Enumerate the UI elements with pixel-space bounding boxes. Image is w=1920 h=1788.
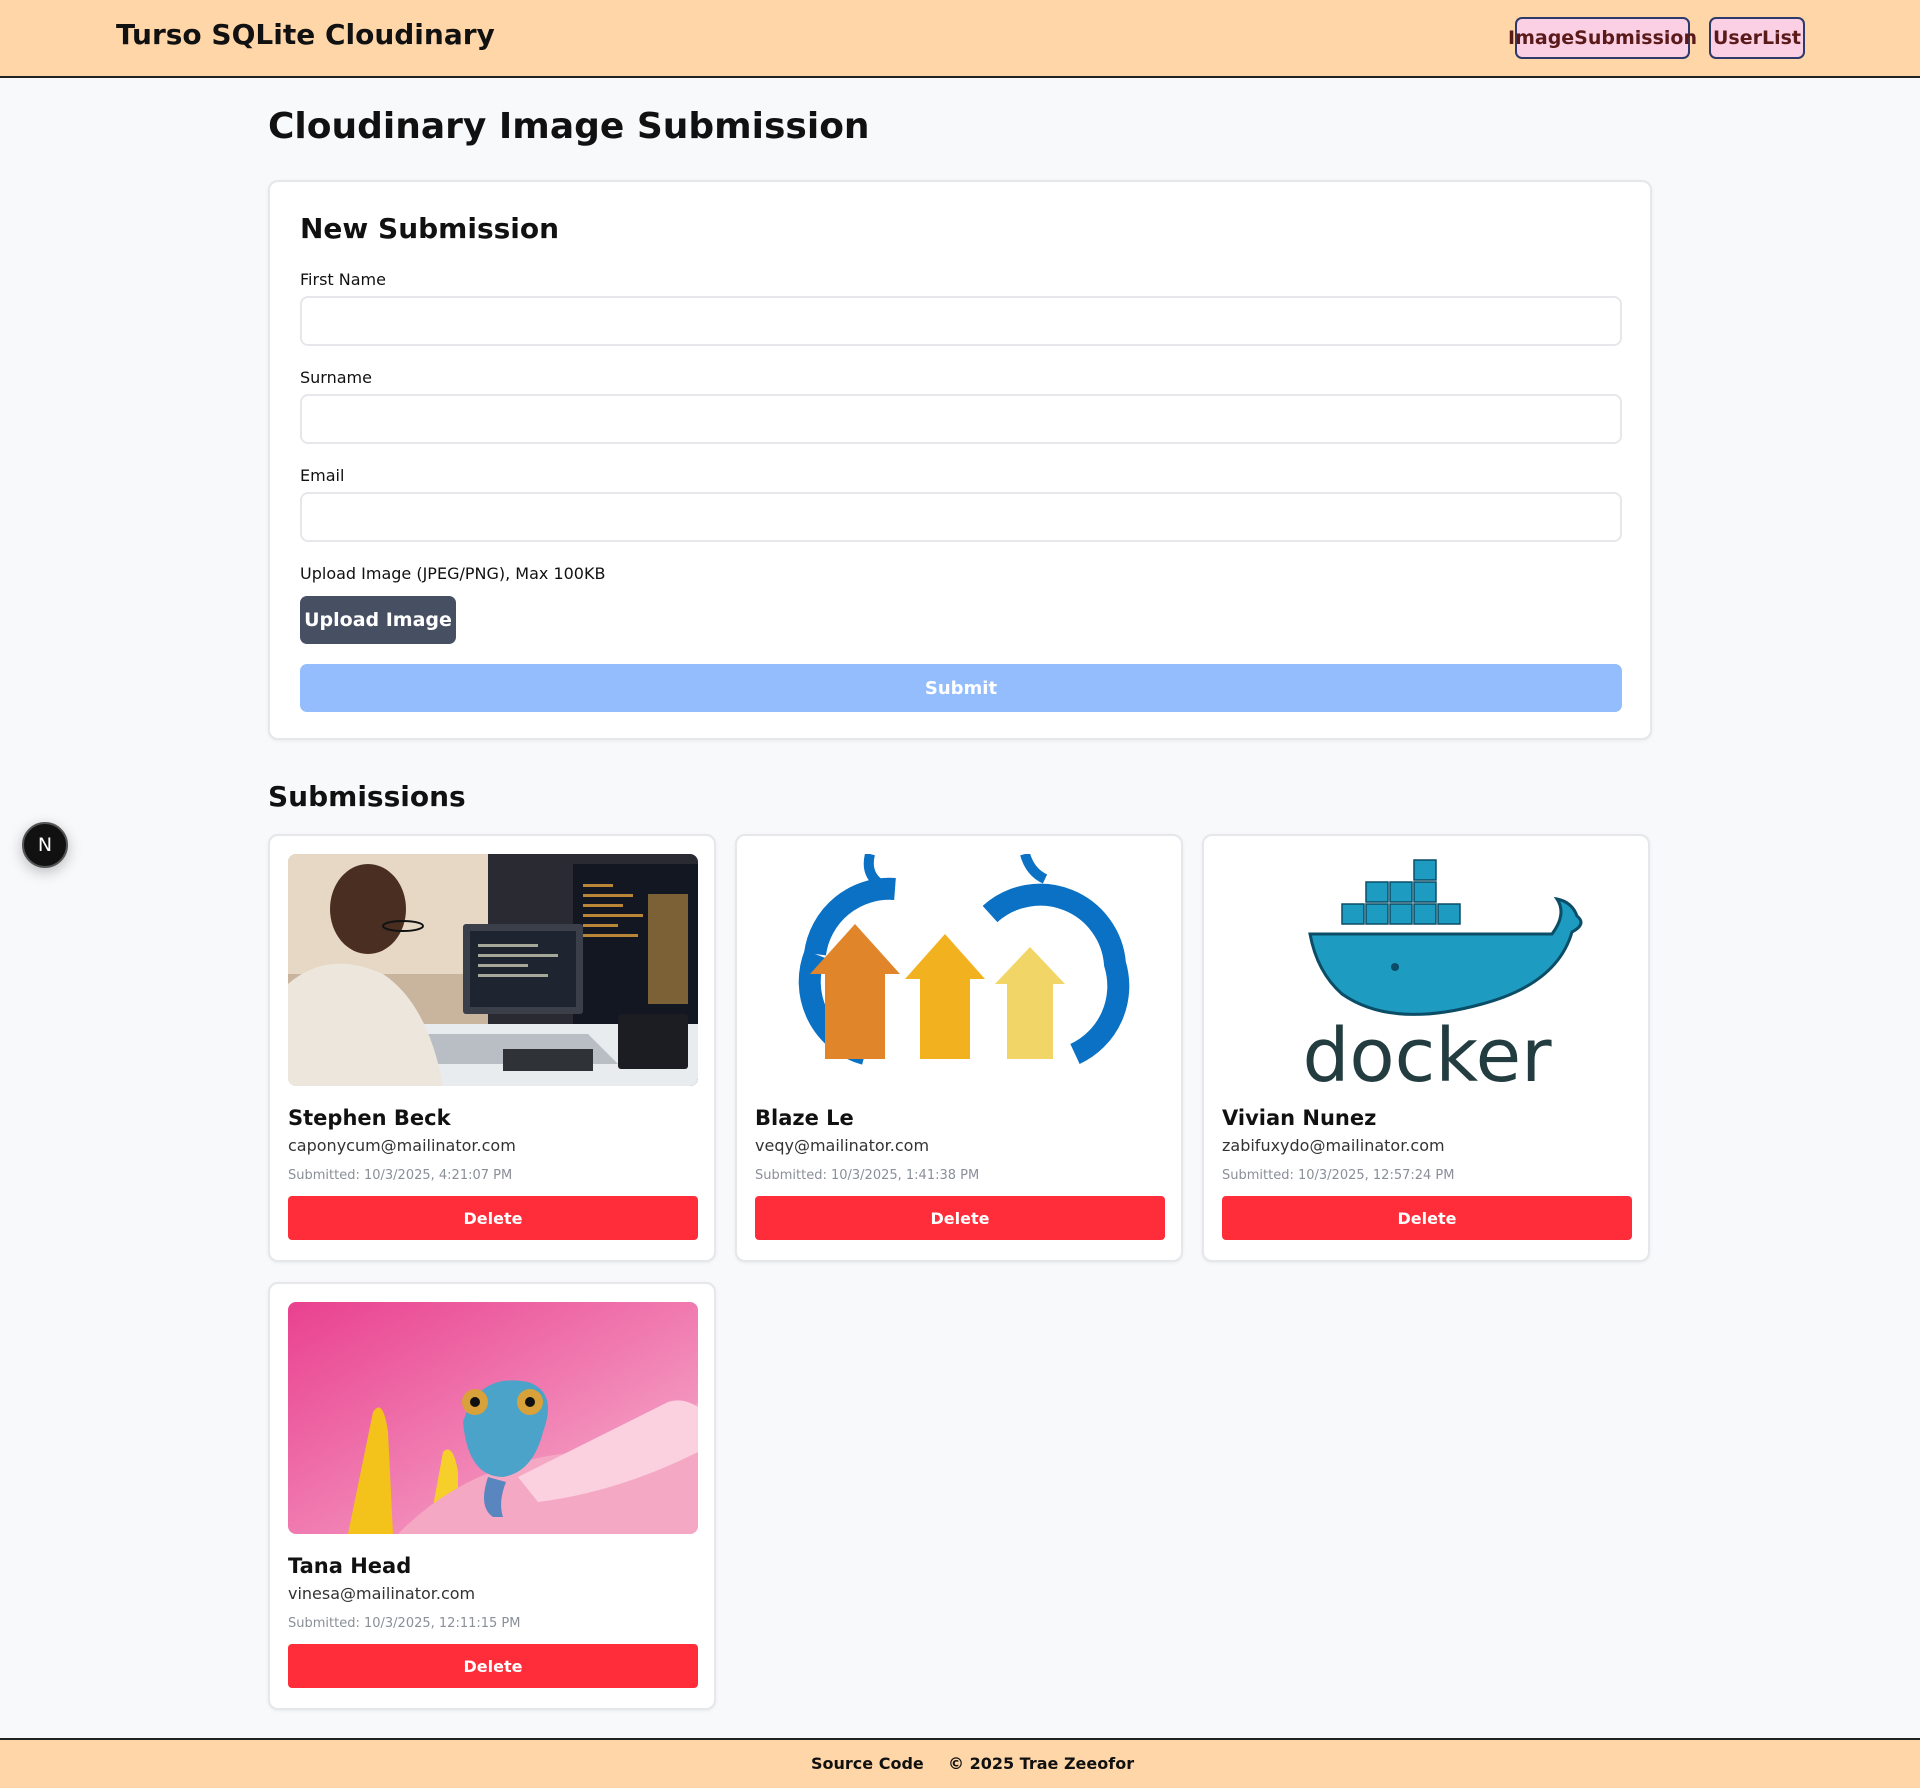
submit-button[interactable]: Submit [300,664,1622,712]
top-navbar: Turso SQLite Cloudinary ImageSubmission … [0,0,1920,78]
submission-email: zabifuxydo@mailinator.com [1222,1136,1445,1155]
submission-card: Tana Head vinesa@mailinator.com Submitte… [268,1282,716,1710]
copyright-text: © 2025 Trae Zeeofor [948,1754,1135,1773]
submission-email: vinesa@mailinator.com [288,1584,476,1603]
delete-button[interactable]: Delete [1222,1196,1632,1240]
submission-date: Submitted: 10/3/2025, 12:57:24 PM [1222,1168,1455,1183]
svg-text:docker: docker [1302,1013,1552,1086]
submission-card: Blaze Le veqy@mailinator.com Submitted: … [735,834,1183,1262]
email-label: Email [300,466,345,485]
submission-date: Submitted: 10/3/2025, 1:41:38 PM [755,1168,980,1183]
arrows-cloud-logo-icon [755,854,1165,1086]
developer-photo-icon [288,854,698,1086]
submission-email: caponycum@mailinator.com [288,1136,516,1155]
form-heading: New Submission [300,212,560,245]
submission-image: docker [1222,854,1632,1086]
page-title: Cloudinary Image Submission [268,106,870,147]
submission-name: Blaze Le [755,1106,854,1130]
submission-name: Stephen Beck [288,1106,451,1130]
source-code-link[interactable]: Source Code [811,1754,924,1773]
submission-form: New Submission First Name Surname Email … [268,180,1652,740]
email-input[interactable] [300,492,1622,542]
submission-date: Submitted: 10/3/2025, 12:11:15 PM [288,1616,521,1631]
surname-input[interactable] [300,394,1622,444]
surname-label: Surname [300,368,372,387]
submission-image [755,854,1165,1086]
footer: Source Code © 2025 Trae Zeeofor [0,1738,1920,1788]
submission-card: Stephen Beck caponycum@mailinator.com Su… [268,834,716,1262]
upload-image-label: Upload Image (JPEG/PNG), Max 100KB [300,564,606,583]
nav-user-list[interactable]: UserList [1709,17,1805,59]
submission-email: veqy@mailinator.com [755,1136,930,1155]
submission-image [288,1302,698,1534]
delete-button[interactable]: Delete [288,1196,698,1240]
submissions-heading: Submissions [268,780,466,813]
submission-name: Tana Head [288,1554,412,1578]
app-brand[interactable]: Turso SQLite Cloudinary [116,18,495,51]
submission-card: docker Vivian Nunez zabifuxydo@mailinato… [1202,834,1650,1262]
docker-logo-icon: docker [1222,854,1632,1086]
first-name-input[interactable] [300,296,1622,346]
submission-name: Vivian Nunez [1222,1106,1377,1130]
submission-date: Submitted: 10/3/2025, 4:21:07 PM [288,1168,513,1183]
chameleon-photo-icon [288,1302,698,1534]
delete-button[interactable]: Delete [755,1196,1165,1240]
upload-image-button[interactable]: Upload Image [300,596,456,644]
nav-image-submission[interactable]: ImageSubmission [1508,17,1697,59]
submission-image [288,854,698,1086]
delete-button[interactable]: Delete [288,1644,698,1688]
nextjs-badge-icon[interactable]: N [22,822,68,868]
first-name-label: First Name [300,270,386,289]
